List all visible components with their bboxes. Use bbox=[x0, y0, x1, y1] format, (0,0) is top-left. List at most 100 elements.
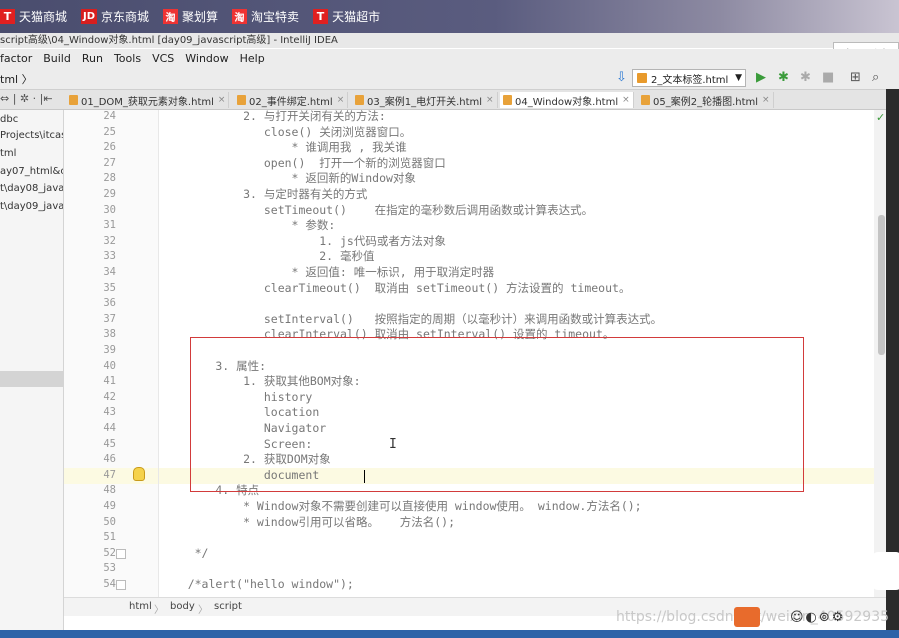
bookmark-juhuasuan[interactable]: 淘 聚划算 bbox=[163, 8, 224, 25]
stop-icon[interactable]: ■ bbox=[822, 70, 834, 86]
project-item[interactable]: ay07_html&css bbox=[0, 166, 63, 177]
bookmark-taobao-sale[interactable]: 淘 淘宝特卖 bbox=[232, 8, 305, 25]
code-line[interactable]: 1. js代码或者方法对象 bbox=[160, 234, 446, 250]
code-line[interactable]: * 返回值: 唯一标识, 用于取消定时器 bbox=[160, 265, 495, 281]
code-line[interactable]: open() 打开一个新的浏览器窗口 bbox=[160, 156, 446, 172]
highlight-annotation-box bbox=[190, 337, 804, 492]
taskbar bbox=[0, 630, 899, 638]
menu-build[interactable]: Build bbox=[43, 52, 71, 65]
html-file-icon bbox=[641, 95, 650, 105]
line-number: 26 bbox=[103, 141, 116, 154]
line-number: 44 bbox=[103, 422, 116, 434]
code-line[interactable]: * 谁调用我 , 我关谁 bbox=[160, 140, 407, 156]
line-number: 51 bbox=[103, 531, 116, 544]
bookmark-label: 天猫超市 bbox=[332, 10, 381, 24]
navigation-bar: tml 〉 ⇩ 2_文本标签.html ▼ ▶ ✱ ✱ ■ ⊞ ⌕ bbox=[0, 67, 899, 90]
code-line[interactable]: * 返回新的Window对象 bbox=[160, 171, 416, 187]
line-number: 36 bbox=[103, 297, 116, 310]
nav-crumb[interactable]: tml 〉 bbox=[0, 71, 33, 87]
bookmarks-bar: T 天猫商城 JD 京东商城 淘 聚划算 淘 淘宝特卖 T 天猫超市 bbox=[0, 0, 899, 33]
line-number: 28 bbox=[103, 172, 116, 185]
menu-run[interactable]: Run bbox=[82, 52, 103, 65]
lightbulb-icon[interactable] bbox=[133, 467, 145, 481]
bookmark-tmall-market[interactable]: T 天猫超市 bbox=[313, 8, 386, 25]
arrow-icon[interactable]: ⇩ bbox=[616, 70, 627, 86]
menu-help[interactable]: Help bbox=[240, 52, 265, 65]
breadcrumb-separator: 〉 bbox=[154, 605, 164, 616]
play-icon[interactable] bbox=[872, 552, 899, 590]
project-item[interactable]: t\day09_javas bbox=[0, 201, 63, 212]
tab-label: 05_案例2_轮播图.html bbox=[653, 96, 759, 108]
project-structure-icon[interactable]: ⊞ bbox=[850, 70, 861, 86]
menu-tools[interactable]: Tools bbox=[114, 52, 141, 65]
project-item[interactable]: tml bbox=[0, 148, 16, 159]
fold-marker-icon[interactable] bbox=[116, 580, 126, 590]
code-line[interactable]: 3. 与定时器有关的方式 bbox=[160, 187, 367, 203]
menu-vcs[interactable]: VCS bbox=[152, 52, 174, 65]
line-number: 45 bbox=[103, 437, 116, 450]
tab-event-binding[interactable]: 02_事件绑定.html × bbox=[234, 92, 349, 108]
code-line[interactable]: close() 关闭浏览器窗口。 bbox=[160, 125, 411, 141]
line-number: 52 bbox=[103, 546, 116, 559]
menu-window[interactable]: Window bbox=[185, 52, 228, 65]
code-line[interactable]: setTimeout() 在指定的毫秒数后调用函数或计算表达式。 bbox=[160, 203, 593, 219]
line-number: 24 bbox=[103, 110, 116, 122]
close-icon[interactable]: × bbox=[762, 95, 770, 105]
html-file-icon bbox=[355, 95, 364, 105]
tab-carousel[interactable]: 05_案例2_轮播图.html × bbox=[638, 92, 774, 108]
tab-window-object[interactable]: 04_Window对象.html × bbox=[500, 92, 634, 108]
scrollbar-thumb[interactable] bbox=[878, 215, 885, 355]
bookmark-label: 淘宝特卖 bbox=[251, 10, 300, 24]
search-icon[interactable]: ⌕ bbox=[872, 70, 879, 86]
close-icon[interactable]: × bbox=[337, 95, 345, 105]
line-number: 33 bbox=[103, 250, 116, 263]
breadcrumb-script[interactable]: script bbox=[214, 601, 242, 612]
bookmark-jd[interactable]: JD 京东商城 bbox=[81, 8, 155, 25]
code-line[interactable]: */ bbox=[160, 546, 209, 562]
menu-bar: factor Build Run Tools VCS Window Help bbox=[0, 49, 899, 67]
debug-icon[interactable]: ✱ bbox=[778, 70, 789, 86]
tab-dom-get-element[interactable]: 01_DOM_获取元素对象.html × bbox=[66, 92, 230, 108]
project-item[interactable]: Projects\itcast bbox=[0, 130, 63, 141]
run-config-select[interactable]: 2_文本标签.html ▼ bbox=[632, 69, 746, 87]
code-line[interactable]: setInterval() 按照指定的周期（以毫秒计）来调用函数或计算表达式。 bbox=[160, 312, 662, 328]
breadcrumb-separator: 〉 bbox=[198, 605, 208, 616]
code-line[interactable]: * window引用可以省略。 方法名(); bbox=[160, 515, 455, 531]
tab-label: 02_事件绑定.html bbox=[249, 96, 333, 108]
chevron-down-icon: ▼ bbox=[735, 73, 742, 83]
line-number: 27 bbox=[103, 156, 116, 169]
code-line[interactable]: /*alert("hello window"); bbox=[160, 577, 354, 593]
tmall-icon: T bbox=[0, 9, 15, 24]
coverage-icon[interactable]: ✱ bbox=[800, 70, 811, 86]
code-line[interactable]: * Window对象不需要创建可以直接使用 window使用。 window.方… bbox=[160, 499, 642, 515]
window-title: script高级\04_Window对象.html [day09_javascr… bbox=[0, 33, 899, 48]
gutter-divider bbox=[158, 110, 159, 598]
bookmark-tmall[interactable]: T 天猫商城 bbox=[0, 8, 73, 25]
breadcrumb-body[interactable]: body bbox=[170, 601, 195, 612]
selected-project-row[interactable] bbox=[0, 371, 63, 387]
close-icon[interactable]: × bbox=[218, 95, 226, 105]
jd-icon: JD bbox=[81, 9, 98, 24]
tray-icons: ☺◐⊚⚙ bbox=[790, 610, 846, 625]
line-number: 48 bbox=[103, 484, 116, 497]
project-item[interactable]: dbc bbox=[0, 114, 18, 125]
code-line[interactable]: clearTimeout() 取消由 setTimeout() 方法设置的 ti… bbox=[160, 281, 631, 297]
tab-light-switch[interactable]: 03_案例1_电灯开关.html × bbox=[352, 92, 498, 108]
run-icon[interactable]: ▶ bbox=[756, 70, 766, 86]
project-toolbar-icons[interactable]: ⇔ | ✲ · |⇤ bbox=[0, 92, 53, 105]
menu-refactor[interactable]: factor bbox=[0, 52, 32, 65]
bookmark-label: 京东商城 bbox=[101, 10, 150, 24]
project-item[interactable]: t\day08_javas bbox=[0, 183, 63, 194]
code-line[interactable]: 2. 毫秒值 bbox=[160, 249, 374, 265]
code-line[interactable]: * 参数: bbox=[160, 218, 336, 234]
code-line[interactable]: 2. 与打开关闭有关的方法: bbox=[160, 109, 386, 125]
bookmark-label: 聚划算 bbox=[182, 10, 219, 24]
fold-marker-icon[interactable] bbox=[116, 549, 126, 559]
close-icon[interactable]: × bbox=[486, 95, 494, 105]
close-icon[interactable]: × bbox=[622, 95, 630, 105]
tab-label: 01_DOM_获取元素对象.html bbox=[81, 96, 214, 108]
breadcrumb-html[interactable]: html bbox=[129, 601, 152, 612]
line-number: 32 bbox=[103, 234, 116, 247]
line-number: 47 bbox=[103, 468, 116, 481]
html-file-icon bbox=[69, 95, 78, 105]
